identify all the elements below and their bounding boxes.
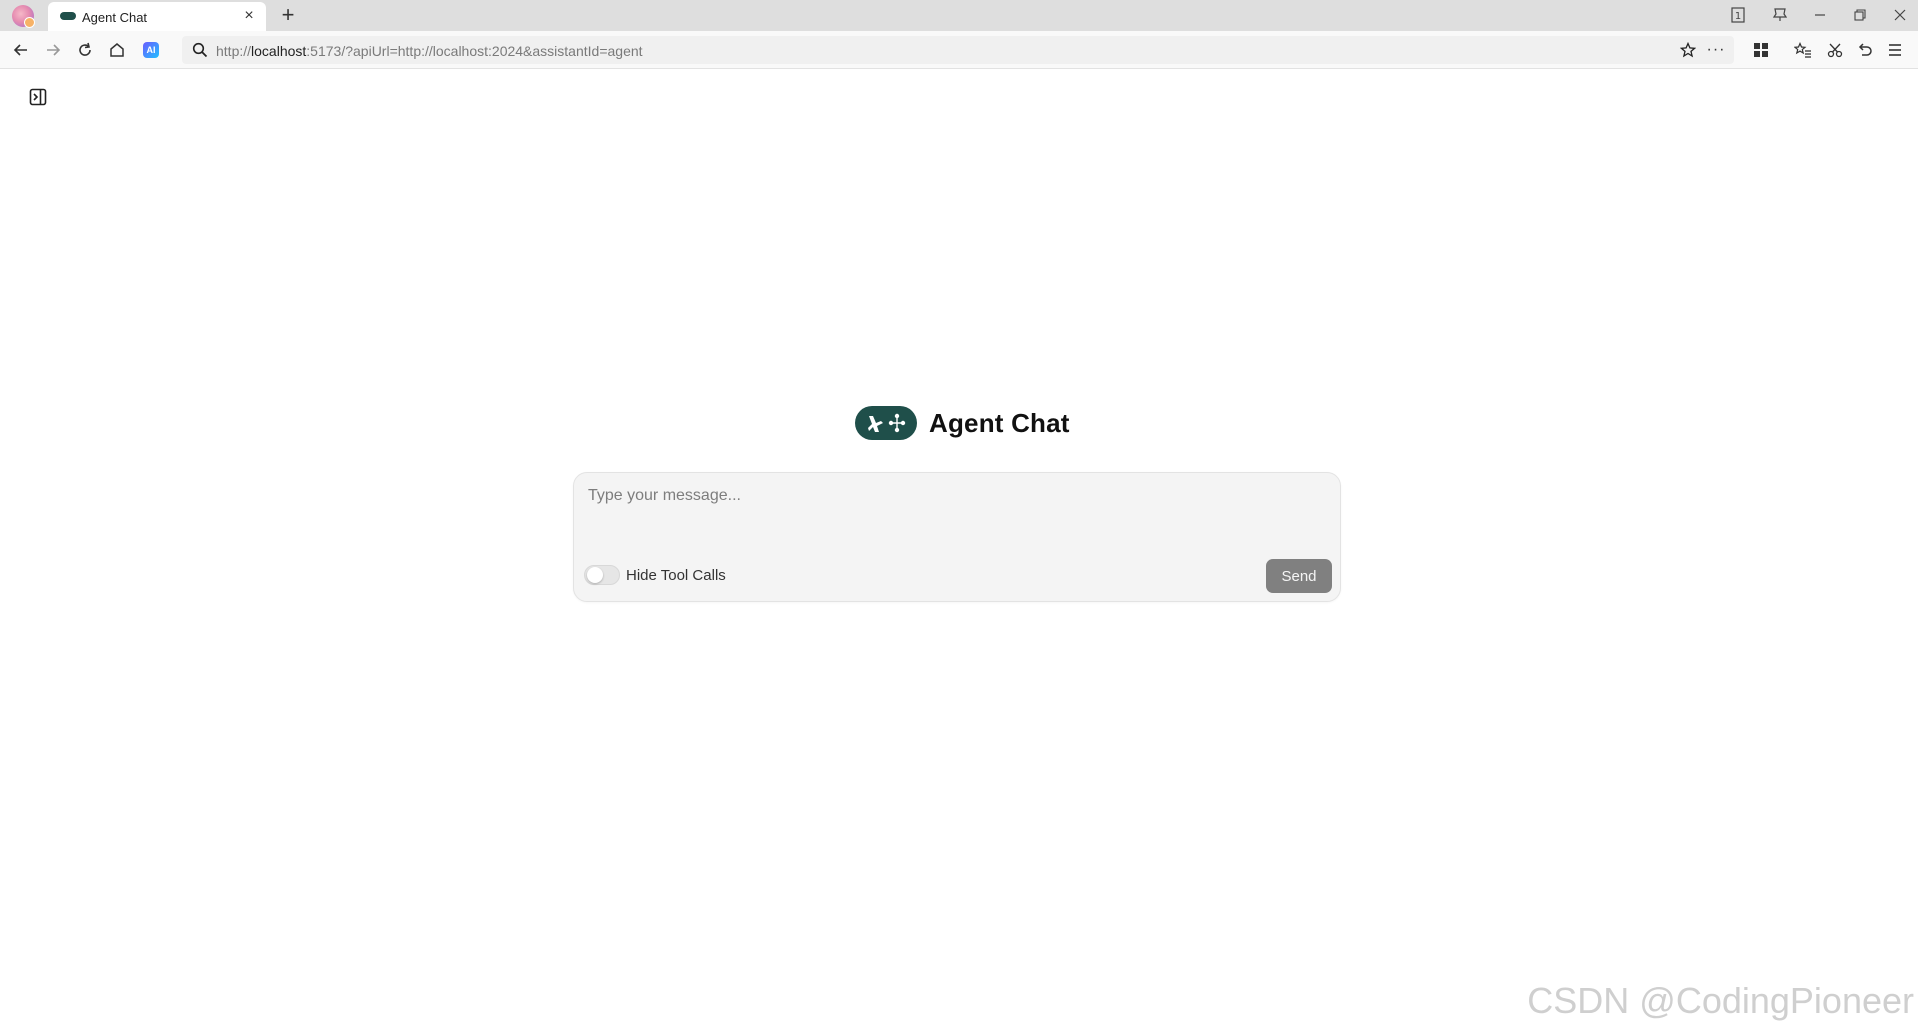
sidebar-toggle-icon[interactable] xyxy=(28,87,48,107)
search-icon xyxy=(192,42,208,58)
profile-avatar[interactable] xyxy=(12,5,35,28)
browser-toolbar: AI http://localhost:5173/?apiUrl=http://… xyxy=(0,31,1918,69)
browser-tab-active[interactable]: Agent Chat × xyxy=(48,2,266,31)
toggle-knob xyxy=(587,567,603,583)
home-icon[interactable] xyxy=(104,38,130,62)
new-tab-button[interactable]: + xyxy=(276,4,300,28)
tab-count-icon[interactable]: 1 xyxy=(1724,4,1752,26)
reload-icon[interactable] xyxy=(72,38,98,62)
page-title: Agent Chat xyxy=(929,407,1070,438)
send-button[interactable]: Send xyxy=(1266,559,1332,593)
brand-header: Agent Chat xyxy=(855,406,1070,440)
url-prefix: http:// xyxy=(216,43,252,59)
bookmark-star-icon[interactable] xyxy=(1678,40,1698,60)
browser-tabstrip: Agent Chat × + 1 xyxy=(0,0,1918,31)
url-rest: :5173/?apiUrl=http://localhost:2024&assi… xyxy=(306,43,643,59)
ai-badge-label: AI xyxy=(143,42,159,58)
langgraph-logo-icon xyxy=(855,406,917,440)
restore-icon[interactable] xyxy=(1846,4,1874,26)
hide-tool-calls-label[interactable]: Hide Tool Calls xyxy=(626,567,726,584)
page-actions-more-icon[interactable]: ··· xyxy=(1706,40,1726,60)
url-host: localhost xyxy=(251,43,307,59)
close-icon[interactable] xyxy=(1886,4,1914,26)
back-icon[interactable] xyxy=(8,38,34,62)
forward-icon[interactable] xyxy=(40,38,66,62)
tab-favicon-icon xyxy=(60,12,76,20)
address-bar[interactable]: http://localhost:5173/?apiUrl=http://loc… xyxy=(182,36,1734,64)
minimize-icon[interactable] xyxy=(1806,4,1834,26)
watermark: CSDN @CodingPioneer xyxy=(1527,980,1914,1021)
message-composer: Hide Tool Calls Send xyxy=(573,472,1341,602)
svg-text:1: 1 xyxy=(1735,11,1741,22)
favorites-icon[interactable] xyxy=(1790,38,1816,62)
undo-icon[interactable] xyxy=(1852,38,1878,62)
ai-assistant-icon[interactable]: AI xyxy=(138,38,164,62)
pin-icon[interactable] xyxy=(1766,4,1794,26)
tab-close-icon[interactable]: × xyxy=(240,7,258,25)
tab-title: Agent Chat xyxy=(82,10,148,25)
apps-grid-icon[interactable] xyxy=(1748,38,1774,62)
hide-tool-calls-toggle[interactable] xyxy=(584,565,620,585)
menu-icon[interactable] xyxy=(1882,38,1908,62)
url-text[interactable]: http://localhost:5173/?apiUrl=http://loc… xyxy=(216,43,643,59)
screenshot-scissors-icon[interactable] xyxy=(1822,38,1848,62)
message-input[interactable] xyxy=(588,487,1324,537)
